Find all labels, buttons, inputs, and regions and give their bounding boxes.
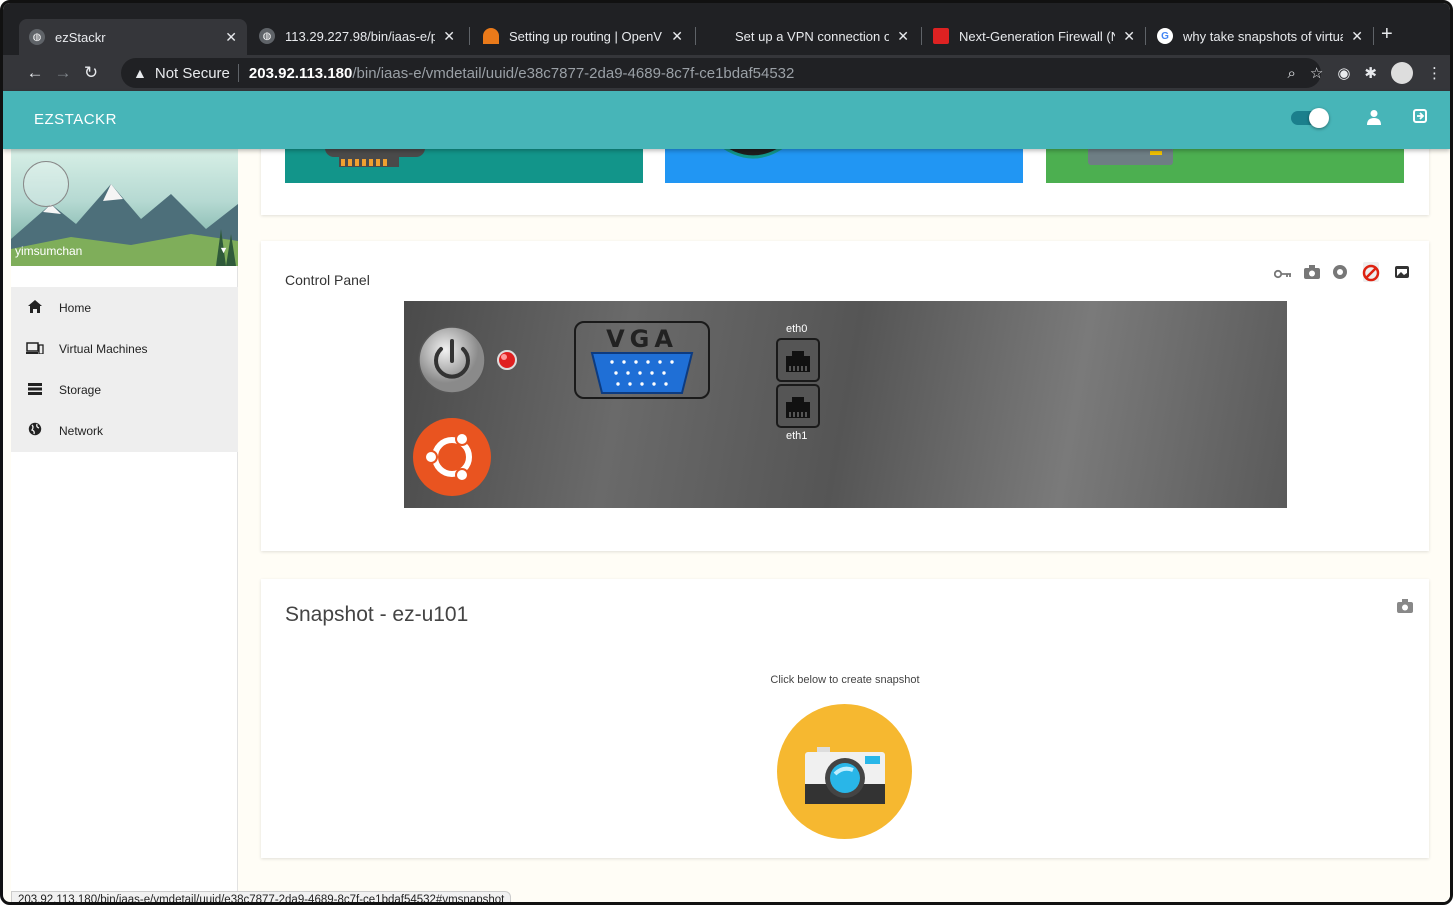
extensions-puzzle-icon[interactable]: ✱ [1364,64,1377,82]
screenshot-icon[interactable] [1394,265,1410,282]
fortinet-icon [933,28,949,44]
user-icon[interactable] [1367,109,1381,130]
control-panel-card: Control Panel VGA eth0 eth1 [261,241,1429,551]
camera-icon[interactable] [1304,265,1320,282]
browser-menu-icon[interactable]: ⋮ [1427,64,1442,82]
tab-title: Set up a VPN connection on [735,28,890,44]
snapshot-hint: Click below to create snapshot [770,674,920,686]
snapshot-card: Snapshot - ez-u101 Click below to create… [261,579,1429,858]
devices-icon [11,341,59,357]
eth1-port[interactable] [776,384,820,428]
sidebar-item-network[interactable]: Network [11,410,238,451]
ubuntu-logo-icon [413,418,491,496]
tab-ezstackr[interactable]: ◍ ezStackr ✕ [19,19,247,55]
tab-openvpn[interactable]: Setting up routing | OpenVPN ✕ [473,21,693,51]
close-tab-icon[interactable]: ✕ [225,29,237,46]
app-header: EZSTACKR [3,91,1450,149]
vga-port[interactable]: VGA [574,321,710,399]
browser-window: ◍ ezStackr ✕ ◍ 113.29.227.98/bin/iaas-e/… [0,0,1453,905]
link-status-bar: 203.92.113.180/bin/iaas-e/vmdetail/uuid/… [11,891,512,902]
sidebar-nav: Home Virtual Machines Storage Network [11,287,238,452]
vga-label: VGA [606,325,678,353]
control-panel-actions [1273,261,1410,286]
eth1-label: eth1 [786,430,808,442]
apple-icon [709,28,725,44]
back-icon[interactable]: ← [21,63,49,83]
create-snapshot-button[interactable] [777,704,912,839]
profile-banner: yimsumchan ▼ [11,149,238,266]
vga-connector-icon [590,352,694,394]
google-icon: G [1157,28,1173,44]
sidebar-item-storage[interactable]: Storage [11,369,238,410]
eth0-port[interactable] [776,338,820,382]
close-tab-icon[interactable]: ✕ [671,28,683,45]
main-content: Control Panel VGA eth0 eth1 Snapshot - e… [238,139,1450,902]
tab-title: Setting up routing | OpenVPN [509,28,664,44]
tab-title: Next-Generation Firewall (NG [959,28,1116,44]
security-label: Not Secure [154,64,230,82]
power-button[interactable] [417,325,487,395]
globe-icon: ◍ [29,29,45,45]
chevron-down-icon[interactable]: ▼ [219,245,228,255]
tab-vpn-apple[interactable]: Set up a VPN connection on ✕ [699,21,919,51]
sidebar-item-label: Storage [59,382,102,397]
storage-icon [11,382,59,398]
tab-title: ezStackr [55,29,106,45]
sidebar-item-label: Home [59,300,92,315]
tab-title: why take snapshots of virtual [1183,28,1344,44]
tab-bar: ◍ ezStackr ✕ ◍ 113.29.227.98/bin/iaas-e/… [3,3,1450,55]
logout-icon[interactable] [1413,109,1427,128]
globe-icon [11,422,59,439]
key-icon[interactable] [1273,266,1292,282]
close-tab-icon[interactable]: ✕ [1123,28,1135,45]
control-panel-title: Control Panel [285,272,370,288]
warning-icon: ▲ [133,65,147,81]
vm-resource-tiles [261,139,1429,215]
url-host: 203.92.113.180 [248,64,353,82]
url-path: /bin/iaas-e/vmdetail/uuid/e38c7877-2da9-… [352,64,795,82]
record-icon[interactable] [1332,264,1348,283]
address-bar[interactable]: ▲ Not Secure 203.92.113.180 /bin/iaas-e/… [121,58,1321,88]
tab-google[interactable]: G why take snapshots of virtual ✕ [1147,21,1373,51]
openvpn-icon [483,28,499,44]
tab-firewall[interactable]: Next-Generation Firewall (NG ✕ [923,21,1145,51]
extension-record-icon[interactable]: ◉ [1337,64,1350,82]
tab-iaas[interactable]: ◍ 113.29.227.98/bin/iaas-e/po ✕ [249,21,465,51]
tab-title: 113.29.227.98/bin/iaas-e/po [285,28,436,44]
avatar[interactable] [23,161,69,207]
vm-hardware-panel: VGA eth0 eth1 [404,301,1287,508]
power-led [497,350,517,370]
reload-icon[interactable]: ↻ [77,63,105,83]
console-disabled-icon[interactable] [1360,261,1382,286]
username-label[interactable]: yimsumchan [15,244,82,258]
sidebar-item-home[interactable]: Home [11,287,238,328]
home-icon [11,299,59,316]
close-tab-icon[interactable]: ✕ [1351,28,1363,45]
camera-icon [805,747,885,804]
zoom-icon[interactable]: ⌕ [1287,65,1295,82]
snapshot-title: Snapshot - ez-u101 [285,603,469,626]
close-tab-icon[interactable]: ✕ [897,28,909,45]
profile-avatar[interactable] [1391,62,1413,84]
bookmark-star-icon[interactable]: ☆ [1310,64,1323,82]
globe-icon: ◍ [259,28,275,44]
eth0-label: eth0 [786,323,808,335]
new-tab-button[interactable]: + [1381,23,1393,46]
brand-logo[interactable]: EZSTACKR [34,111,117,128]
close-tab-icon[interactable]: ✕ [443,28,455,45]
camera-icon[interactable] [1397,599,1413,616]
browser-toolbar: ← → ↻ ▲ Not Secure 203.92.113.180 /bin/i… [3,55,1450,91]
sidebar-item-virtual-machines[interactable]: Virtual Machines [11,328,238,369]
forward-icon[interactable]: → [49,63,77,83]
sidebar: yimsumchan ▼ Home Virtual Machines Stora… [11,149,238,902]
sidebar-item-label: Virtual Machines [59,341,148,356]
theme-toggle[interactable] [1291,108,1329,128]
sidebar-item-label: Network [59,423,104,438]
